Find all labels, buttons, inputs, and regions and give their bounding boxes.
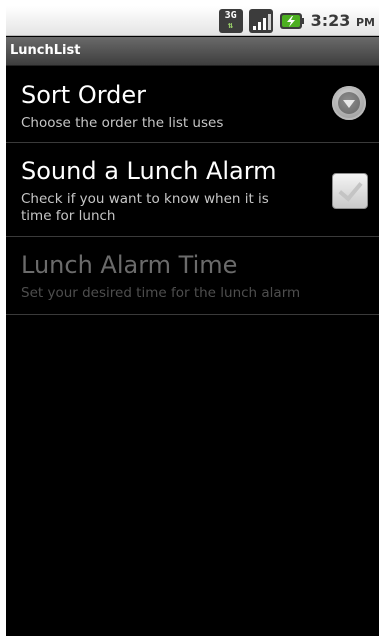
- battery-charging-icon: [279, 11, 305, 31]
- status-bar: 3G ⇅ 3:23 PM: [6, 6, 379, 36]
- check-icon: [338, 176, 363, 202]
- preference-summary: Set your desired time for the lunch alar…: [21, 285, 301, 301]
- status-clock: 3:23 PM: [311, 11, 375, 30]
- preference-lunch-alarm-time: Lunch Alarm Time Set your desired time f…: [6, 237, 379, 315]
- preference-title: Sort Order: [21, 81, 147, 109]
- app-window: 3G ⇅ 3:23 PM LunchList Sort Order Choose…: [6, 6, 379, 636]
- clock-ampm: PM: [355, 16, 375, 29]
- network-label: 3G: [224, 9, 237, 21]
- preference-summary: Choose the order the list uses: [21, 115, 224, 131]
- signal-strength-icon: [248, 8, 273, 33]
- alarm-checkbox[interactable]: [332, 173, 368, 209]
- 3g-data-icon: 3G ⇅: [218, 8, 243, 33]
- preference-lunch-alarm[interactable]: Sound a Lunch Alarm Check if you want to…: [6, 143, 379, 237]
- app-title: LunchList: [10, 43, 81, 58]
- clock-time: 3:23: [310, 11, 351, 30]
- preference-summary: Check if you want to know when it is tim…: [21, 191, 269, 224]
- app-title-bar: LunchList: [6, 37, 379, 66]
- preference-title: Lunch Alarm Time: [21, 251, 238, 279]
- preference-title: Sound a Lunch Alarm: [21, 157, 277, 185]
- preference-sort-order[interactable]: Sort Order Choose the order the list use…: [6, 67, 379, 143]
- dropdown-icon[interactable]: [332, 86, 366, 120]
